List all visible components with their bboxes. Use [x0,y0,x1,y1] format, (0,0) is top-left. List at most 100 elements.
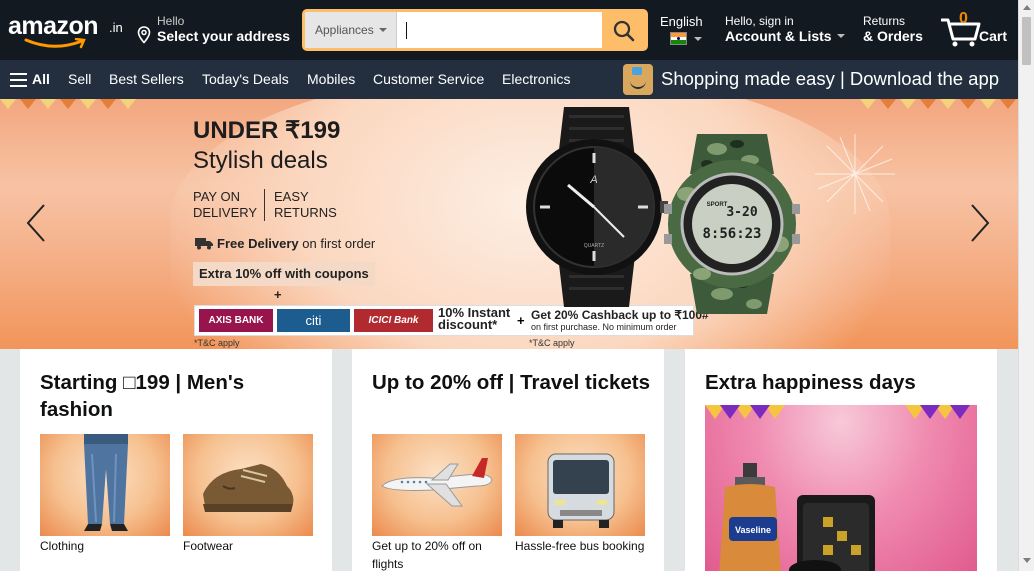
free-delivery-rest: on first order [298,236,376,251]
card-travel-tickets: Up to 20% off | Travel tickets Get up to… [352,349,664,571]
card-title[interactable]: Up to 20% off | Travel tickets [372,369,652,396]
shopping-bag-icon [623,64,653,95]
text-cursor [406,22,407,39]
cart-button[interactable]: 0 Cart [941,10,1011,48]
scroll-up-icon[interactable] [1023,5,1031,10]
search-category-value: Appliances [315,23,374,37]
search-category-select[interactable]: Appliances [305,12,397,48]
chevron-down-icon [379,28,387,32]
bus-image [547,453,615,528]
card-title[interactable]: Starting □199 | Men's fashion [40,369,320,423]
hero-carousel[interactable]: UNDER ₹199 Stylish deals PAY ON DELIVERY… [0,99,1018,349]
camo-digital-watch-image: SPORT 3-20 8:56:23 [664,134,800,314]
app-promo-text: Shopping made easy | Download the app [661,68,1000,89]
icici-bank-logo: ICICI Bank [354,309,433,332]
smile-icon [24,38,86,49]
search-button[interactable] [602,12,645,48]
truck-icon [195,238,213,250]
nav-link-best-sellers[interactable]: Best Sellers [109,71,184,87]
card-title[interactable]: Extra happiness days [705,369,985,396]
search-input[interactable] [398,12,603,48]
cart-count: 0 [959,10,968,27]
amazon-logo[interactable]: amazon .in [8,10,126,50]
easy-returns-label: EASY RETURNS [274,189,337,220]
bus-caption[interactable]: Hassle-free bus booking [515,537,645,555]
address-greeting: Hello [157,14,185,28]
location-pin-icon [137,26,151,44]
account-greeting: Hello, sign in [725,14,794,28]
firework-decoration [815,134,895,214]
all-menu-label: All [32,71,50,87]
black-analog-watch-image: A QUARTZ [526,107,668,307]
nav-link-mobiles[interactable]: Mobiles [307,71,355,87]
all-menu-button[interactable]: All [10,71,50,89]
bank-offers-strip: AXIS BANK citi ICICI Bank 10% Instant di… [194,305,709,336]
footwear-caption[interactable]: Footwear [183,537,313,555]
account-and-lists[interactable]: Hello, sign in Account & Lists [725,14,845,46]
india-flag-icon [670,32,687,45]
axis-bank-logo: AXIS BANK [199,309,273,332]
watch2-label: SPORT [707,202,728,208]
search-bar: Appliances [302,9,648,51]
address-label: Select your address [157,28,291,44]
language-label: English [660,14,703,29]
hero-divider [264,189,265,221]
flights-caption[interactable]: Get up to 20% off on flights [372,537,502,571]
card-mens-fashion: Starting □199 | Men's fashion Clothing F… [20,349,332,571]
chevron-down-icon [694,37,702,41]
cart-label: Cart [979,28,1008,44]
clothing-caption[interactable]: Clothing [40,537,170,555]
citi-bank-logo: citi [277,309,350,332]
watch2-time2: 8:56:23 [702,226,761,242]
orders-label: & Orders [863,28,923,44]
carousel-prev-button[interactable] [24,203,48,243]
clothing-tile[interactable] [40,434,170,536]
carousel-next-button[interactable] [968,203,992,243]
chevron-down-icon [836,34,845,38]
returns-and-orders[interactable]: Returns & Orders [863,14,923,46]
svg-text:A: A [589,174,597,186]
terms-note: *T&C apply [529,338,575,348]
vertical-scrollbar[interactable] [1018,0,1034,571]
coupon-offer: Extra 10% off with coupons [193,262,375,286]
nav-link-customer-service[interactable]: Customer Service [373,71,484,87]
footwear-tile[interactable] [183,434,313,536]
cashback-subtext: on first purchase. No minimum order [531,322,677,332]
free-delivery-bold: Free Delivery [217,236,299,251]
nav-link-todays-deals[interactable]: Today's Deals [202,71,289,87]
terms-note: *T&C apply [194,338,240,348]
nav-link-electronics[interactable]: Electronics [502,71,570,87]
nav-link-sell[interactable]: Sell [68,71,91,87]
hamburger-icon [10,73,27,87]
logo-suffix: .in [109,20,123,35]
amazon-home-page: amazon .in Hello Select your address App… [0,0,1034,571]
bunting-decoration [0,99,1016,109]
scrollbar-thumb[interactable] [1022,17,1031,65]
hero-headline: UNDER ₹199 [193,117,341,144]
offer-plus: + [274,287,282,302]
svg-text:Vaseline: Vaseline [735,525,771,535]
hero-subheadline: Stylish deals [193,147,328,174]
happiness-days-banner[interactable]: Vaseline [705,405,977,571]
sub-navbar: All Sell Best Sellers Today's Deals Mobi… [0,60,1018,99]
shoe-image [203,464,294,512]
returns-label: Returns [863,14,906,28]
flights-tile[interactable] [372,434,502,536]
festive-products-image: Vaseline [705,405,970,571]
instant-discount-text: 10% Instant discount* [438,305,511,332]
cashback-plus: + [517,313,525,328]
watch1-brand: QUARTZ [584,243,604,249]
card-extra-happiness-days: Extra happiness days Vaseline [685,349,997,571]
top-navbar: amazon .in Hello Select your address App… [0,0,1018,60]
scroll-down-icon[interactable] [1023,558,1031,563]
watch2-time1: 3-20 [726,205,757,220]
airplane-image [381,458,493,507]
search-icon [613,20,635,42]
language-selector[interactable]: English [660,14,706,48]
logo-wordmark: amazon [8,12,99,40]
account-label: Account & Lists [725,28,832,44]
bus-tile[interactable] [515,434,645,536]
jeans-image [84,434,128,531]
pay-on-delivery-label: PAY ON DELIVERY [193,189,258,220]
free-delivery-note: Free Delivery on first order [195,236,375,251]
